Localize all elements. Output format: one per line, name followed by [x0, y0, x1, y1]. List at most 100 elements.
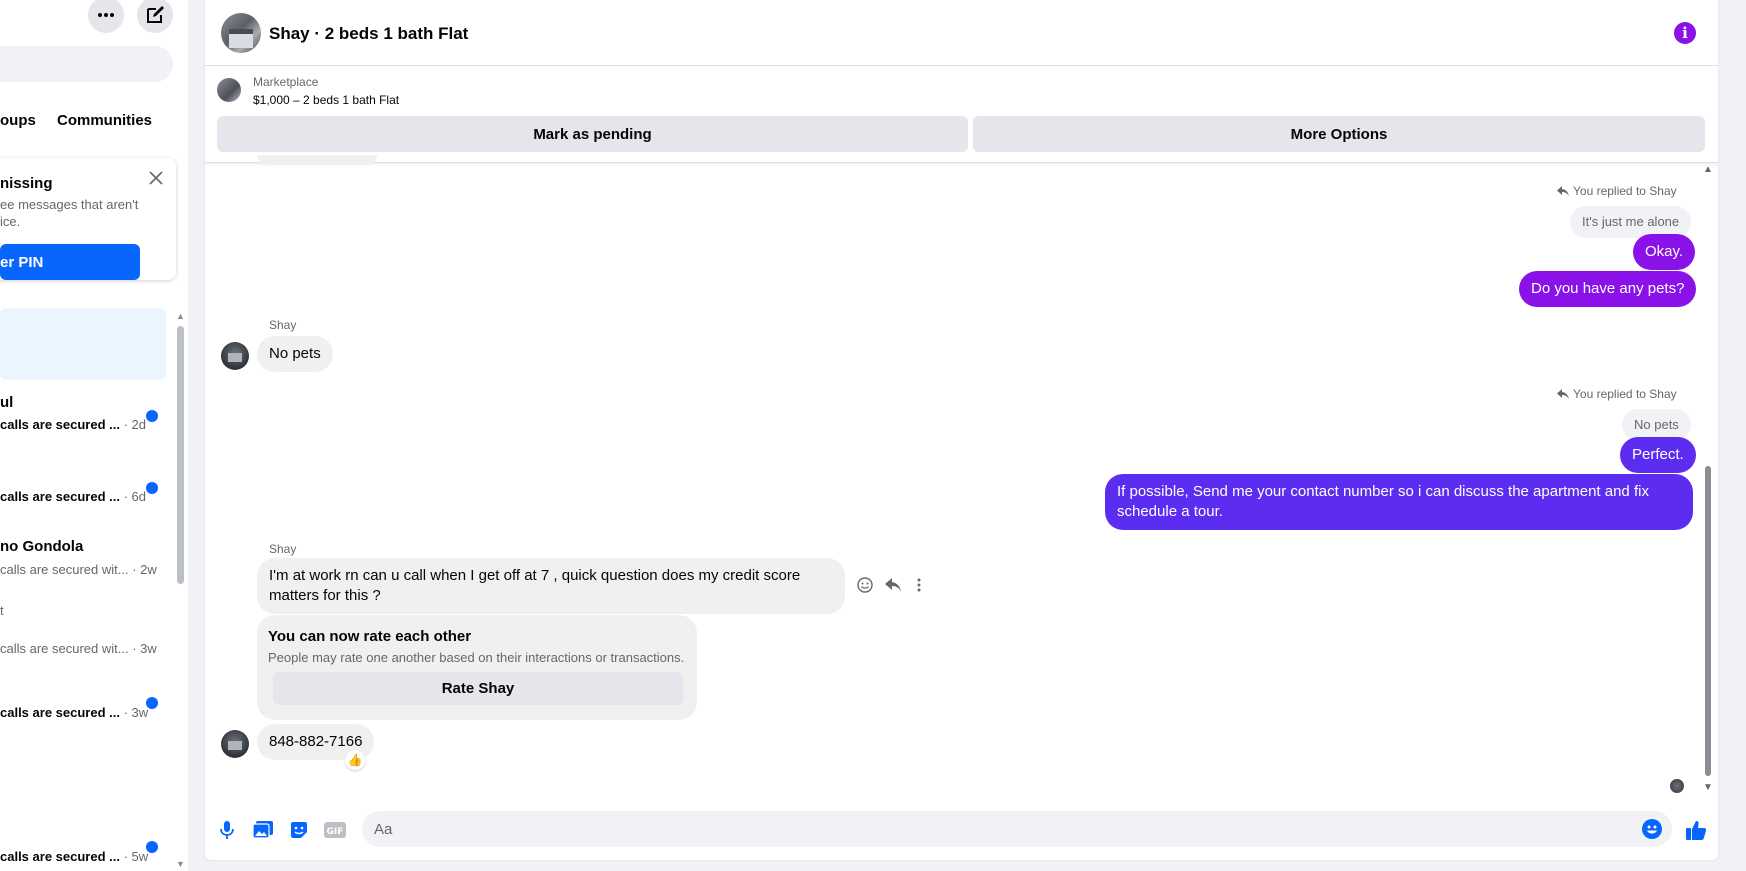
- outgoing-message[interactable]: Okay.: [1633, 234, 1696, 270]
- pin-card-body-line: ice.: [0, 214, 21, 229]
- sidebar-scrollbar[interactable]: [177, 326, 184, 584]
- incoming-message[interactable]: No pets: [257, 336, 333, 372]
- message-composer: GIF: [205, 800, 1718, 860]
- react-button[interactable]: [855, 575, 875, 595]
- reply-button[interactable]: [883, 575, 903, 595]
- scroll-up-arrow[interactable]: ▲: [176, 312, 185, 321]
- contact-avatar[interactable]: [221, 13, 261, 53]
- snippet-text: calls are secured ...: [0, 849, 120, 864]
- chat-panel: Shay · 2 beds 1 bath Flat i Marketplace …: [205, 0, 1718, 860]
- marketplace-label: Marketplace: [253, 75, 319, 89]
- unread-indicator: [146, 841, 158, 853]
- conversation-snippet[interactable]: calls are secured ... · 5w: [0, 849, 148, 864]
- messenger-app: oups Communities nissing ee messages tha…: [0, 0, 1746, 871]
- emoji-picker-icon: [1642, 819, 1662, 839]
- listing-title[interactable]: $1,000 – 2 beds 1 bath Flat: [253, 93, 399, 107]
- conversation-time: · 5w: [119, 849, 149, 864]
- more-actions-button[interactable]: [909, 575, 929, 595]
- close-icon: [149, 171, 163, 185]
- reply-header-text: You replied to Shay: [1573, 184, 1677, 198]
- conversation-snippet[interactable]: calls are secured wit... · 3w: [0, 641, 157, 656]
- new-message-button[interactable]: [137, 0, 173, 33]
- sticker-button[interactable]: [287, 818, 311, 842]
- snippet-text: calls are secured ...: [0, 417, 120, 432]
- scroll-down-arrow[interactable]: ▼: [1703, 783, 1713, 793]
- info-icon[interactable]: i: [1674, 22, 1696, 44]
- more-options-button[interactable]: More Options: [973, 116, 1705, 152]
- rate-card-subtitle: People may rate one another based on the…: [268, 650, 685, 665]
- mark-as-pending-button[interactable]: Mark as pending: [217, 116, 968, 152]
- sender-avatar[interactable]: [221, 730, 249, 758]
- chat-header: Shay · 2 beds 1 bath Flat i: [205, 0, 1718, 66]
- conversation-snippet[interactable]: calls are secured wit... · 2w: [0, 562, 157, 577]
- message-input-wrapper: [362, 811, 1672, 847]
- conversation-snippet[interactable]: calls are secured ... · 3w: [0, 705, 148, 720]
- tab-groups[interactable]: oups: [0, 112, 36, 129]
- message-actions: [855, 575, 935, 595]
- outgoing-message[interactable]: If possible, Send me your contact number…: [1105, 474, 1693, 530]
- seen-indicator-avatar: [1670, 779, 1684, 793]
- thread-scrollbar[interactable]: [1705, 466, 1711, 776]
- active-conversation[interactable]: [0, 308, 166, 380]
- thumbs-up-icon: [1686, 821, 1707, 840]
- outgoing-message[interactable]: Perfect.: [1620, 437, 1696, 473]
- sender-avatar[interactable]: [221, 342, 249, 370]
- tab-communities[interactable]: Communities: [57, 112, 152, 129]
- reply-icon: [885, 578, 901, 592]
- pin-card-title: nissing: [0, 175, 53, 192]
- pin-restore-card: nissing ee messages that aren't ice. er …: [0, 158, 176, 280]
- attach-photo-button[interactable]: [251, 818, 275, 842]
- reply-header-text: You replied to Shay: [1573, 387, 1677, 401]
- conversation-time: · 6d: [119, 489, 146, 504]
- message-line: matters for this ?: [269, 587, 381, 604]
- gif-icon: GIF: [324, 822, 346, 838]
- sticker-icon: [291, 822, 307, 838]
- svg-text:GIF: GIF: [327, 827, 344, 837]
- search-messenger-input[interactable]: [0, 46, 173, 82]
- conversation-snippet[interactable]: calls are secured ... · 2d: [0, 417, 146, 432]
- listing-thumbnail[interactable]: [217, 78, 241, 102]
- incoming-message[interactable]: I'm at work rn can u call when I get off…: [257, 558, 845, 614]
- pin-card-body: ee messages that aren't ice.: [0, 196, 150, 230]
- sender-name: Shay: [269, 318, 297, 332]
- reply-header: You replied to Shay: [1557, 387, 1677, 401]
- snippet-text: calls are secured ...: [0, 489, 120, 504]
- snippet-text: calls are secured ...: [0, 705, 120, 720]
- emoji-icon: [857, 577, 873, 593]
- unread-indicator: [146, 697, 158, 709]
- send-like-button[interactable]: [1684, 818, 1708, 842]
- conversation-time: · 2w: [128, 562, 157, 577]
- snippet-text: calls are secured wit...: [0, 641, 129, 656]
- more-options-button[interactable]: [88, 0, 124, 33]
- conversation-time: · 2d: [119, 417, 146, 432]
- rate-each-other-card: You can now rate each other People may r…: [257, 615, 697, 720]
- outgoing-message[interactable]: Do you have any pets?: [1519, 271, 1697, 307]
- rate-shay-button[interactable]: Rate Shay: [273, 672, 683, 705]
- scroll-down-arrow[interactable]: ▼: [176, 860, 185, 869]
- conversation-time: · 3w: [119, 705, 149, 720]
- photo-icon: [253, 821, 273, 839]
- reply-icon: [1557, 389, 1569, 399]
- previous-bubble: [257, 155, 377, 165]
- conversation-name[interactable]: ul: [0, 394, 13, 411]
- pin-card-body-line: ee messages that aren't: [0, 197, 139, 212]
- conversation-name[interactable]: t: [0, 603, 4, 618]
- sender-name: Shay: [269, 542, 297, 556]
- message-line: I'm at work rn can u call when I get off…: [269, 567, 801, 584]
- reply-icon: [1557, 186, 1569, 196]
- conversation-name[interactable]: no Gondola: [0, 538, 83, 555]
- chat-title[interactable]: Shay · 2 beds 1 bath Flat: [269, 24, 468, 44]
- message-line: If possible, Send me your contact number…: [1117, 483, 1649, 500]
- message-reaction[interactable]: 👍: [345, 750, 365, 770]
- scroll-up-arrow[interactable]: ▲: [1703, 165, 1713, 175]
- rate-card-title: You can now rate each other: [268, 628, 472, 645]
- close-pin-card-button[interactable]: [146, 168, 166, 188]
- enter-pin-button[interactable]: er PIN: [0, 244, 140, 280]
- marketplace-listing-bar: Marketplace $1,000 – 2 beds 1 bath Flat …: [205, 67, 1718, 163]
- message-line: schedule a tour.: [1117, 503, 1223, 520]
- emoji-picker-button[interactable]: [1642, 819, 1662, 839]
- conversation-snippet[interactable]: calls are secured ... · 6d: [0, 489, 146, 504]
- message-input[interactable]: [362, 811, 1672, 847]
- voice-clip-button[interactable]: [215, 818, 239, 842]
- gif-button[interactable]: GIF: [323, 818, 347, 842]
